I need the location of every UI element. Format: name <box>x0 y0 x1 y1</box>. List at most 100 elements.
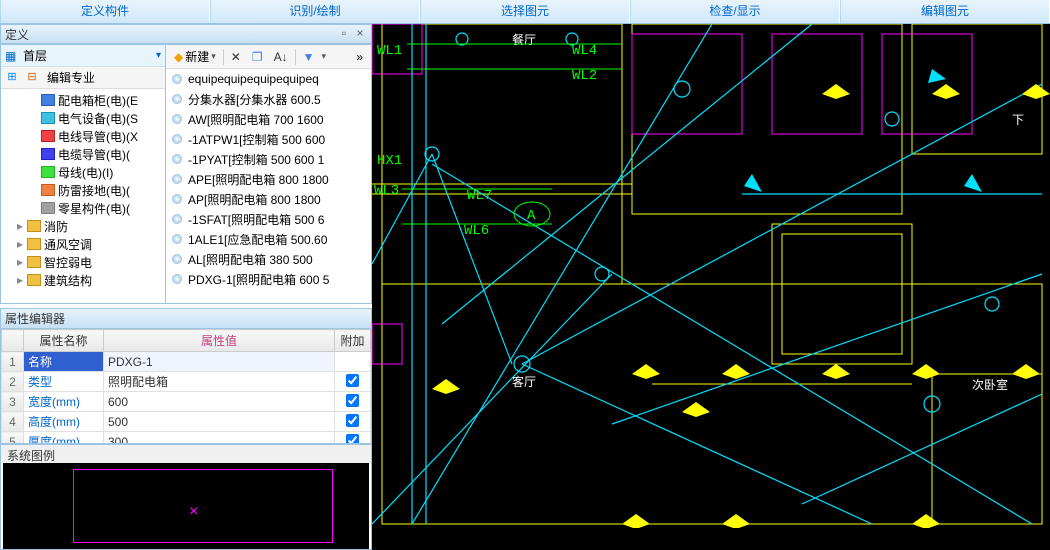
separator <box>295 49 296 65</box>
menu-recognize-draw[interactable]: 识别/绘制 <box>210 0 420 23</box>
hx1-label: HX1 <box>377 153 402 169</box>
list-bullet-icon <box>172 274 182 284</box>
list-bullet-icon <box>172 94 182 104</box>
menu-select-element[interactable]: 选择图元 <box>420 0 630 23</box>
tree-item-icon <box>41 130 55 142</box>
system-legend-canvas[interactable]: × <box>3 463 369 549</box>
property-value[interactable]: 300 <box>104 432 335 444</box>
list-item[interactable]: AW[照明配电箱 700 1600 <box>166 109 371 129</box>
list-item[interactable]: AL[照明配电箱 380 500 <box>166 249 371 269</box>
list-bullet-icon <box>172 234 182 244</box>
menu-edit-element[interactable]: 编辑图元 <box>840 0 1050 23</box>
copy-icon[interactable]: ❐ <box>248 48 267 66</box>
tree-item[interactable]: 配电箱柜(电)(E <box>3 91 163 109</box>
property-row[interactable]: 5厚度(mm)300 <box>2 432 371 444</box>
collapse-icon[interactable]: ⊟ <box>23 70 41 86</box>
floor-selector[interactable]: ▦ 首层 ▾ <box>1 45 165 67</box>
menu-check-display[interactable]: 检查/显示 <box>630 0 840 23</box>
edit-spec-button[interactable]: 编辑专业 <box>43 69 99 86</box>
tree-item[interactable]: ▸ 消防 <box>3 217 163 235</box>
tree-item[interactable]: 防雷接地(电)( <box>3 181 163 199</box>
property-editor-panel: 属性编辑器 属性名称 属性值 附加 1名称PDXG-12类型照明配电箱3宽度(m… <box>0 308 372 444</box>
property-add-cell[interactable] <box>335 352 371 372</box>
row-number: 4 <box>2 412 24 432</box>
property-add-checkbox[interactable] <box>346 374 359 387</box>
close-icon[interactable]: × <box>353 27 367 41</box>
list-bullet-icon <box>172 154 182 164</box>
list-item[interactable]: AP[照明配电箱 800 1800 <box>166 189 371 209</box>
list-bullet-icon <box>172 254 182 264</box>
floor-label: 首层 <box>23 47 47 64</box>
property-value[interactable]: PDXG-1 <box>104 352 335 372</box>
property-add-cell[interactable] <box>335 412 371 432</box>
tree-item[interactable]: 电缆导管(电)( <box>3 145 163 163</box>
tree-item[interactable]: ▸通风空调 <box>3 235 163 253</box>
expand-icon[interactable]: ⊞ <box>3 70 21 86</box>
tree-item-icon <box>41 94 55 106</box>
property-add-cell[interactable] <box>335 392 371 412</box>
list-item[interactable]: APE[照明配电箱 800 1800 <box>166 169 371 189</box>
list-item[interactable]: 1ALE1[应急配电箱 500.60 <box>166 229 371 249</box>
tree-item[interactable]: 电气设备(电)(S <box>3 109 163 127</box>
property-value[interactable]: 600 <box>104 392 335 412</box>
cad-viewport[interactable]: A 餐厅 客厅 次卧室 下 WL3 WL4 WL2 WL7 WL6 WL1 HX… <box>372 24 1050 528</box>
property-add-checkbox[interactable] <box>346 394 359 407</box>
legend-xmark: × <box>189 503 198 521</box>
list-item[interactable]: -1SFAT[照明配电箱 500 6 <box>166 209 371 229</box>
property-name: 宽度(mm) <box>24 392 104 412</box>
legend-box <box>73 469 333 543</box>
property-editor-title: 属性编辑器 <box>5 310 367 327</box>
pin-icon[interactable]: ▫ <box>337 27 351 41</box>
list-item[interactable]: -1ATPW1[控制箱 500 600 <box>166 129 371 149</box>
property-value[interactable]: 照明配电箱 <box>104 372 335 392</box>
tree-item-label: 建筑结构 <box>44 272 92 289</box>
tree-item-icon <box>41 112 55 124</box>
list-item[interactable]: -1PYAT[控制箱 500 600 1 <box>166 149 371 169</box>
property-value[interactable]: 500 <box>104 412 335 432</box>
list-item-label: AL[照明配电箱 380 500 <box>188 251 313 268</box>
list-bullet-icon <box>172 214 182 224</box>
list-item[interactable]: equipequipequipequipeq <box>166 69 371 89</box>
tree-body[interactable]: 配电箱柜(电)(E电气设备(电)(S电线导管(电)(X电缆导管(电)(母线(电)… <box>1 89 165 303</box>
tree-item-label: 智控弱电 <box>44 254 92 271</box>
menu-define-component[interactable]: 定义构件 <box>0 0 210 23</box>
tree-arrow-icon: ▸ <box>17 255 27 269</box>
tree-item-label: 消防 <box>44 218 68 235</box>
tree-item-icon <box>27 256 41 268</box>
tree-item[interactable]: 母线(电)(I) <box>3 163 163 181</box>
property-add-cell[interactable] <box>335 372 371 392</box>
property-add-cell[interactable] <box>335 432 371 444</box>
property-row[interactable]: 4高度(mm)500 <box>2 412 371 432</box>
room-label-living: 客厅 <box>512 374 536 389</box>
list-item[interactable]: PDXG-1[照明配电箱 600 5 <box>166 269 371 289</box>
tree-item-icon <box>27 274 41 286</box>
tree-item-label: 母线(电)(I) <box>58 164 113 181</box>
tree-item[interactable]: 零星构件(电)( <box>3 199 163 217</box>
wl3-label: WL3 <box>374 183 399 199</box>
property-row[interactable]: 2类型照明配电箱 <box>2 372 371 392</box>
tree-item[interactable]: 电线导管(电)(X <box>3 127 163 145</box>
prop-name-header: 属性名称 <box>24 330 104 352</box>
property-add-checkbox[interactable] <box>346 434 359 444</box>
sort-icon[interactable]: A↓ <box>270 48 292 66</box>
wl4-label: WL4 <box>572 43 597 59</box>
property-add-checkbox[interactable] <box>346 414 359 427</box>
expand-icon[interactable]: » <box>352 48 367 66</box>
delete-icon[interactable]: ✕ <box>227 48 245 66</box>
list-item-label: -1SFAT[照明配电箱 500 6 <box>188 211 324 228</box>
property-row[interactable]: 1名称PDXG-1 <box>2 352 371 372</box>
property-name: 名称 <box>24 352 104 372</box>
property-row[interactable]: 3宽度(mm)600 <box>2 392 371 412</box>
property-table[interactable]: 属性名称 属性值 附加 1名称PDXG-12类型照明配电箱3宽度(mm)6004… <box>1 329 371 443</box>
list-item[interactable]: 分集水器[分集水器 600.5 <box>166 89 371 109</box>
new-button[interactable]: ◆ 新建 ▾ <box>170 48 220 66</box>
filter-icon[interactable]: ▼ <box>299 48 319 66</box>
down-label: 下 <box>1012 113 1024 127</box>
tree-arrow-icon: ▸ <box>17 219 27 233</box>
list-body[interactable]: equipequipequipequipeq分集水器[分集水器 600.5AW[… <box>166 69 371 303</box>
row-number: 2 <box>2 372 24 392</box>
tree-item[interactable]: ▸ 智控弱电 <box>3 253 163 271</box>
circle-a-label: A <box>527 208 536 224</box>
tree-item[interactable]: ▸建筑结构 <box>3 271 163 289</box>
list-item-label: AP[照明配电箱 800 1800 <box>188 191 321 208</box>
